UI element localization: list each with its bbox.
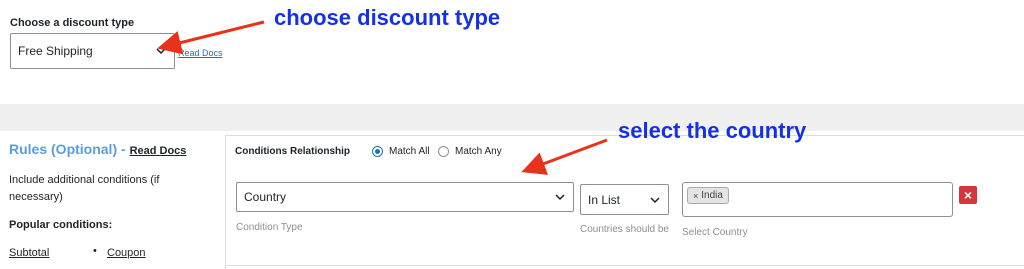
arrow-to-condition-type (521, 138, 608, 175)
arrow-to-discount-select (157, 20, 265, 55)
annotation-arrows (157, 20, 608, 175)
